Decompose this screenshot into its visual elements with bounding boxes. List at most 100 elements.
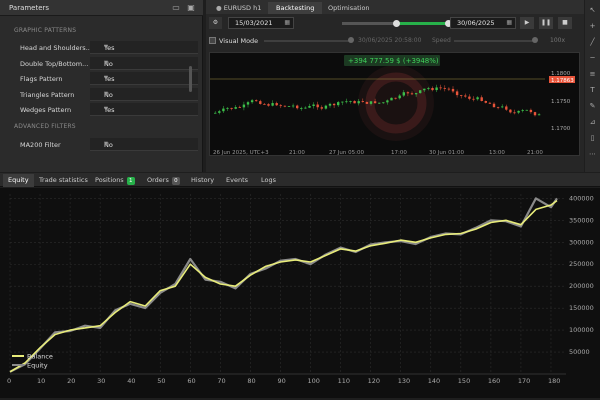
equity-ticks: 50000 100000 150000 200000 250000 300000 35000… [7, 194, 594, 385]
param-value-select[interactable]: Yes ▼ [90, 103, 198, 116]
pause-button[interactable]: ❚❚ [539, 17, 553, 29]
settings-gear-icon[interactable]: ⚙ [209, 17, 222, 29]
x-tick-label: 90 [277, 377, 285, 385]
candle-body [222, 108, 225, 112]
candle-body [242, 104, 246, 108]
save-icon[interactable]: ▣ [186, 3, 196, 13]
x-tick-label: 170 [518, 377, 530, 385]
chart-x-axis: 26 Jun 2025, UTC+3 21:00 27 Jun 05:00 17… [209, 150, 580, 160]
candle-body [447, 88, 451, 90]
horizontal-line-icon[interactable]: ─ [588, 54, 597, 63]
fibonacci-icon[interactable]: ≡ [588, 70, 597, 79]
x-tick-label: 150 [458, 377, 470, 385]
speed-slider-track[interactable] [454, 40, 534, 42]
param-row[interactable]: Head and Shoulders... Yes ▼ [14, 41, 198, 54]
price-chart[interactable]: 1.1800 1.17863 1.1750 1.1700 +394 777.59… [209, 52, 580, 156]
candle-body [320, 107, 323, 109]
more-icon[interactable]: ⋯ [588, 150, 597, 159]
candle-body [337, 102, 340, 106]
chevron-down-icon: ▼ [104, 44, 108, 50]
y-tick-label: 150000 [569, 304, 594, 312]
tab-backtesting[interactable]: Backtesting [268, 2, 323, 14]
candle-body [406, 92, 410, 94]
x-tick-label: 110 [338, 377, 350, 385]
folder-icon[interactable]: ▭ [171, 3, 181, 13]
tab-equity[interactable]: Equity [3, 174, 34, 187]
trash-icon[interactable]: ▯ [588, 134, 597, 143]
cursor-icon[interactable]: ↖ [588, 6, 597, 15]
candle-body [255, 100, 258, 102]
progress-time: 30/06/2025 20:58:00 [358, 37, 422, 44]
param-value-select[interactable]: No ▼ [90, 138, 198, 151]
tab-trade-statistics[interactable]: Trade statistics [34, 174, 93, 187]
tab-orders[interactable]: Orders 0 [142, 174, 185, 187]
param-row[interactable]: Wedges Pattern Yes ▼ [14, 103, 198, 116]
candle-body [525, 109, 528, 111]
param-value-select[interactable]: Yes ▼ [90, 72, 198, 85]
tab-events[interactable]: Events [221, 174, 253, 187]
candle-body [250, 100, 254, 103]
tab-positions[interactable]: Positions 1 [90, 174, 140, 187]
y-tick-label: 100000 [569, 326, 594, 334]
visual-progress-track [264, 40, 350, 42]
visual-mode-checkbox[interactable] [209, 37, 216, 44]
x-tick-label: 30 Jun 01:00 [429, 150, 464, 156]
speed-slider-knob[interactable] [532, 37, 538, 43]
candle-body [505, 106, 508, 110]
chevron-down-icon: ▼ [104, 75, 108, 81]
candle-body [357, 101, 360, 104]
param-value-select[interactable]: No ▼ [90, 57, 198, 70]
tab-logs[interactable]: Logs [256, 174, 281, 187]
candle-body [353, 101, 356, 104]
param-row[interactable]: Triangles Pattern No ▼ [14, 88, 198, 101]
x-tick-label: 50 [157, 377, 165, 385]
end-date-input[interactable]: 30/06/2025 ▦ [450, 17, 516, 29]
crosshair-icon[interactable]: + [588, 22, 597, 31]
x-tick-label: 120 [368, 377, 380, 385]
start-date-input[interactable]: 15/03/2021 ▦ [228, 17, 294, 29]
positions-count-badge: 1 [126, 177, 135, 185]
x-tick-label: 20 [67, 377, 75, 385]
candle-body [513, 112, 516, 114]
line-tool-icon[interactable]: ╱ [588, 38, 597, 47]
y-tick-label: 50000 [569, 348, 590, 356]
candle-body [226, 107, 229, 109]
chevron-down-icon: ▼ [104, 60, 108, 66]
equity-chart-panel: 50000 100000 150000 200000 250000 300000 35000… [0, 188, 600, 398]
candle-body [300, 108, 303, 109]
visual-mode-row: Visual Mode 30/06/2025 20:58:00 Speed 10… [206, 34, 584, 46]
x-tick-label: 21:00 [527, 150, 543, 156]
chart-tab-bar: ● EURUSD h1 Backtesting Optimisation [206, 0, 584, 14]
candle-body [259, 101, 262, 104]
tab-symbol[interactable]: ● EURUSD h1 [208, 2, 269, 14]
stop-button[interactable]: ■ [558, 17, 572, 29]
equity-chart[interactable]: 50000 100000 150000 200000 250000 300000 35000… [0, 188, 600, 398]
visual-progress-knob[interactable] [348, 37, 354, 43]
text-tool-icon[interactable]: T [588, 86, 597, 95]
param-row[interactable]: Flags Pattern Yes ▼ [14, 72, 198, 85]
legend-label-equity: Equity [27, 362, 48, 370]
candle-body [464, 95, 467, 97]
tab-history[interactable]: History [186, 174, 219, 187]
param-row[interactable]: MA200 Filter No ▼ [14, 138, 198, 151]
x-tick-label: 13:00 [489, 150, 505, 156]
params-scrollbar[interactable] [189, 66, 192, 92]
equity-series [9, 197, 558, 373]
candle-body [455, 91, 459, 96]
param-row[interactable]: Double Top/Bottom... No ▼ [14, 57, 198, 70]
param-value-select[interactable]: No ▼ [90, 88, 198, 101]
candle-body [283, 105, 287, 107]
param-value-select[interactable]: Yes ▼ [90, 41, 198, 54]
range-start-knob[interactable] [393, 20, 400, 27]
brush-icon[interactable]: ✎ [588, 102, 597, 111]
measure-icon[interactable]: ⊿ [588, 118, 597, 127]
x-tick-label: 17:00 [391, 150, 407, 156]
x-tick-label: 140 [428, 377, 440, 385]
x-tick-label: 160 [488, 377, 500, 385]
tab-optimisation[interactable]: Optimisation [320, 2, 378, 14]
x-tick-label: 80 [247, 377, 255, 385]
candle-body [451, 88, 455, 92]
candle-body [460, 95, 463, 96]
candle-body [382, 102, 385, 104]
play-button[interactable]: ▶ [520, 17, 534, 29]
